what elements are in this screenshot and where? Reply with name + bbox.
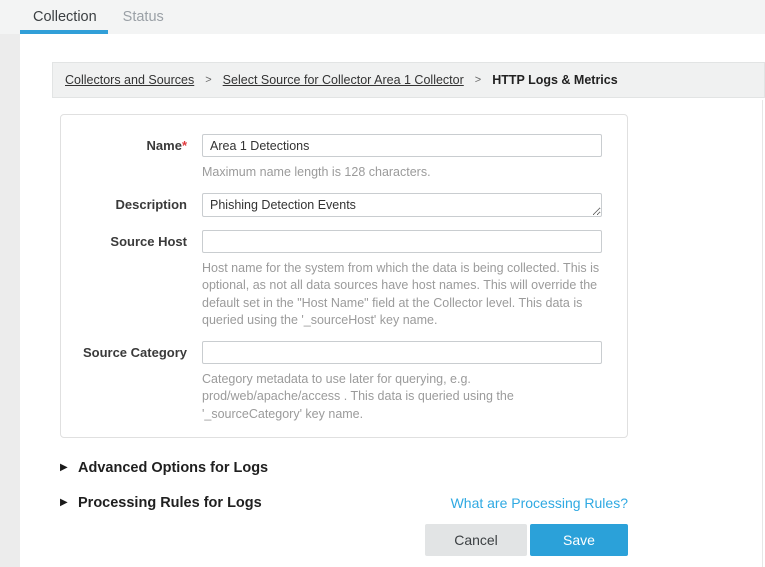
save-button[interactable]: Save xyxy=(530,524,628,556)
source-category-helper-text: Category metadata to use later for query… xyxy=(202,371,602,424)
name-row: Name* Maximum name length is 128 charact… xyxy=(61,134,627,193)
source-category-row: Source Category Category metadata to use… xyxy=(61,341,627,424)
name-label-text: Name xyxy=(147,138,182,153)
breadcrumb-collectors-and-sources[interactable]: Collectors and Sources xyxy=(65,73,194,87)
advanced-options-title: Advanced Options for Logs xyxy=(78,460,268,476)
source-host-row: Source Host Host name for the system fro… xyxy=(61,230,627,341)
collapsible-sections: ▶ Advanced Options for Logs ▶ Processing… xyxy=(60,459,628,512)
breadcrumb-current-page: HTTP Logs & Metrics xyxy=(492,73,617,87)
description-label: Description xyxy=(61,193,187,212)
tab-collection[interactable]: Collection xyxy=(20,2,110,32)
cancel-button[interactable]: Cancel xyxy=(425,524,527,556)
processing-rules-title: Processing Rules for Logs xyxy=(78,495,262,511)
processing-rules-row: ▶ Processing Rules for Logs What are Pro… xyxy=(60,494,628,512)
required-asterisk: * xyxy=(182,138,187,153)
tab-status[interactable]: Status xyxy=(110,2,177,32)
advanced-options-toggle[interactable]: ▶ Advanced Options for Logs xyxy=(60,459,628,477)
source-config-form: Name* Maximum name length is 128 charact… xyxy=(60,114,628,438)
name-label: Name* xyxy=(61,134,187,153)
breadcrumb-separator-icon: > xyxy=(205,74,211,86)
source-host-label: Source Host xyxy=(61,230,187,249)
breadcrumb: Collectors and Sources > Select Source f… xyxy=(52,62,765,98)
expand-triangle-icon: ▶ xyxy=(60,494,78,512)
expand-triangle-icon: ▶ xyxy=(60,459,78,477)
source-host-helper-text: Host name for the system from which the … xyxy=(202,260,602,330)
name-helper-text: Maximum name length is 128 characters. xyxy=(202,164,602,182)
breadcrumb-select-source[interactable]: Select Source for Collector Area 1 Colle… xyxy=(223,73,464,87)
content-panel: Collectors and Sources > Select Source f… xyxy=(20,34,765,567)
what-are-processing-rules-link[interactable]: What are Processing Rules? xyxy=(451,495,628,511)
source-host-input[interactable] xyxy=(202,230,602,253)
form-actions: Cancel Save xyxy=(60,524,628,556)
source-category-input[interactable] xyxy=(202,341,602,364)
breadcrumb-separator-icon: > xyxy=(475,74,481,86)
name-input[interactable] xyxy=(202,134,602,157)
top-tab-bar: Collection Status xyxy=(0,0,765,34)
processing-rules-toggle[interactable]: ▶ Processing Rules for Logs xyxy=(60,494,262,512)
description-textarea[interactable]: Phishing Detection Events xyxy=(202,193,602,217)
tab-strip: Collection Status xyxy=(0,0,765,34)
source-category-label: Source Category xyxy=(61,341,187,360)
description-row: Description Phishing Detection Events xyxy=(61,193,627,230)
content-right-edge xyxy=(762,100,763,567)
